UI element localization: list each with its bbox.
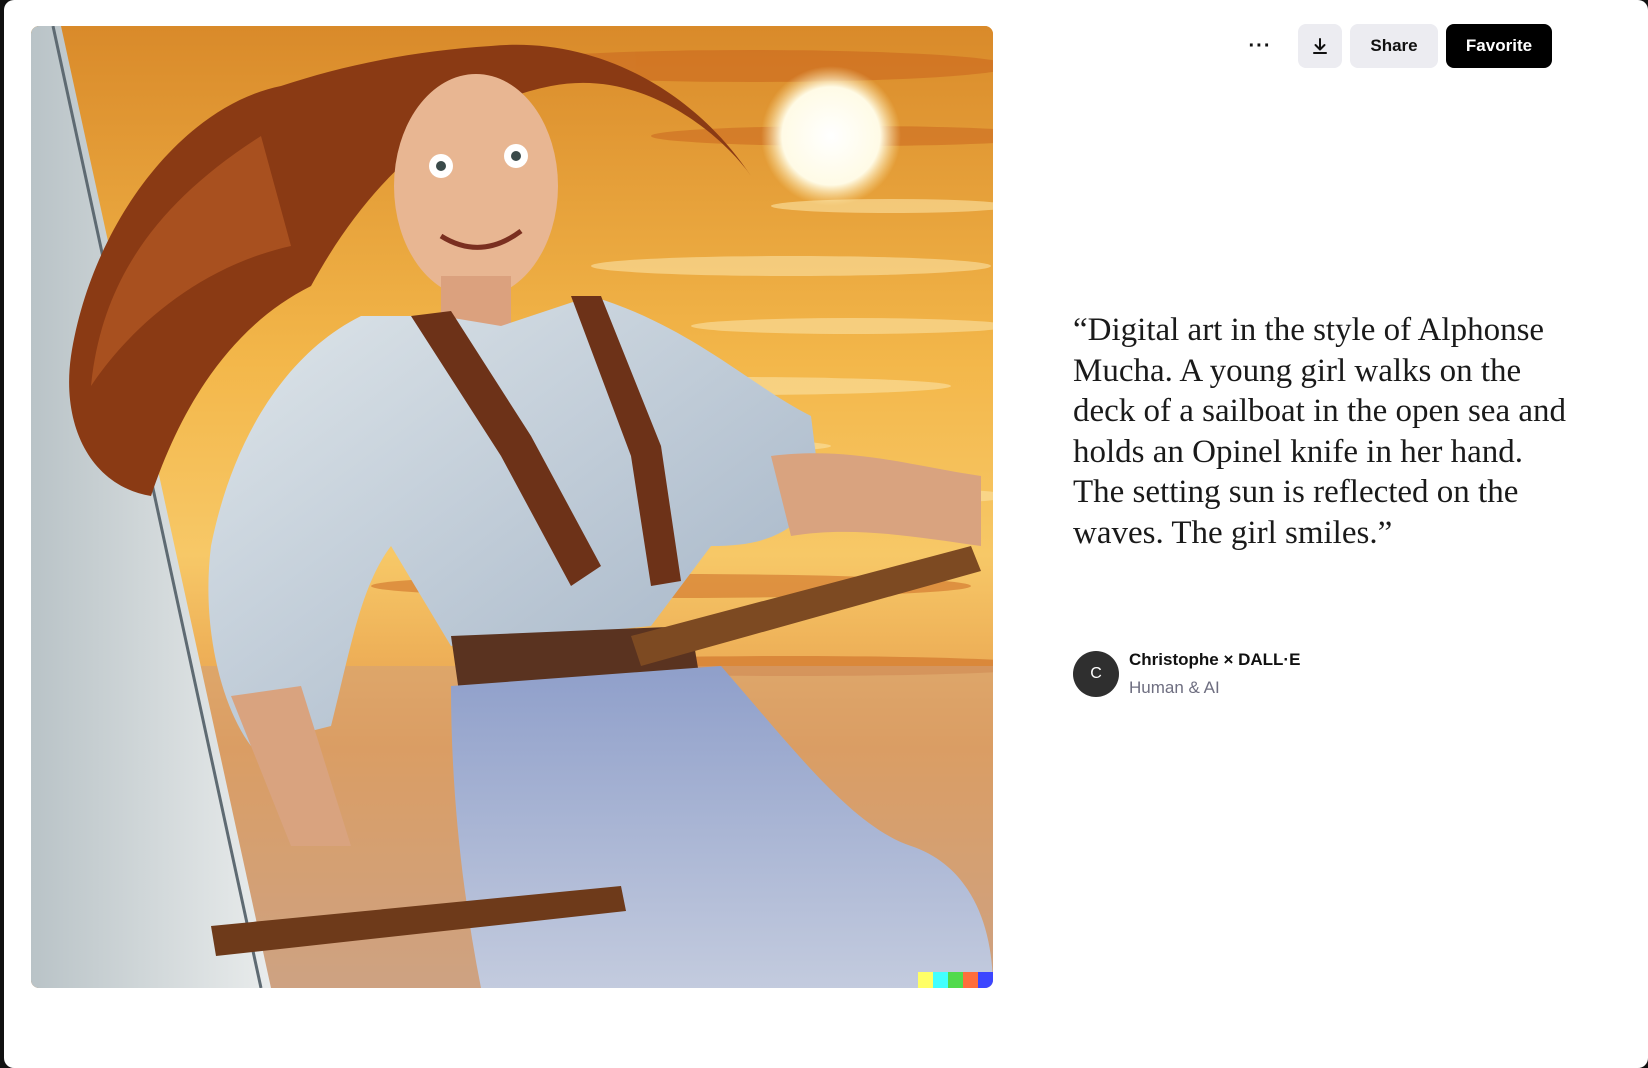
author-subtitle: Human & AI [1129, 678, 1220, 697]
avatar[interactable]: C [1073, 651, 1119, 697]
download-icon [1313, 38, 1327, 54]
favorite-button[interactable]: Favorite [1446, 24, 1552, 68]
image-detail-modal: ··· Share Favorite “Digital art in the s… [4, 0, 1648, 1068]
watermark-swatch-orange [963, 972, 978, 988]
more-options-button[interactable]: ··· [1238, 24, 1282, 68]
share-button[interactable]: Share [1350, 24, 1438, 68]
generated-image[interactable] [31, 26, 993, 988]
prompt-text: “Digital art in the style of Alphonse Mu… [1073, 312, 1566, 551]
download-button[interactable] [1298, 24, 1342, 68]
more-dots-icon: ··· [1248, 34, 1272, 57]
artwork-illustration [31, 26, 993, 988]
credit-text: Christophe × DALL·E Human & AI [1129, 650, 1300, 698]
watermark-swatch-green [948, 972, 963, 988]
image-actions-toolbar: ··· Share Favorite [1238, 24, 1552, 68]
author-name: Christophe × DALL·E [1129, 650, 1301, 669]
watermark-swatch-blue [978, 972, 993, 988]
watermark-swatch-yellow [918, 972, 933, 988]
author-credit: C Christophe × DALL·E Human & AI [1073, 650, 1300, 698]
watermark-swatch-cyan [933, 972, 948, 988]
dalle-watermark [918, 972, 993, 988]
